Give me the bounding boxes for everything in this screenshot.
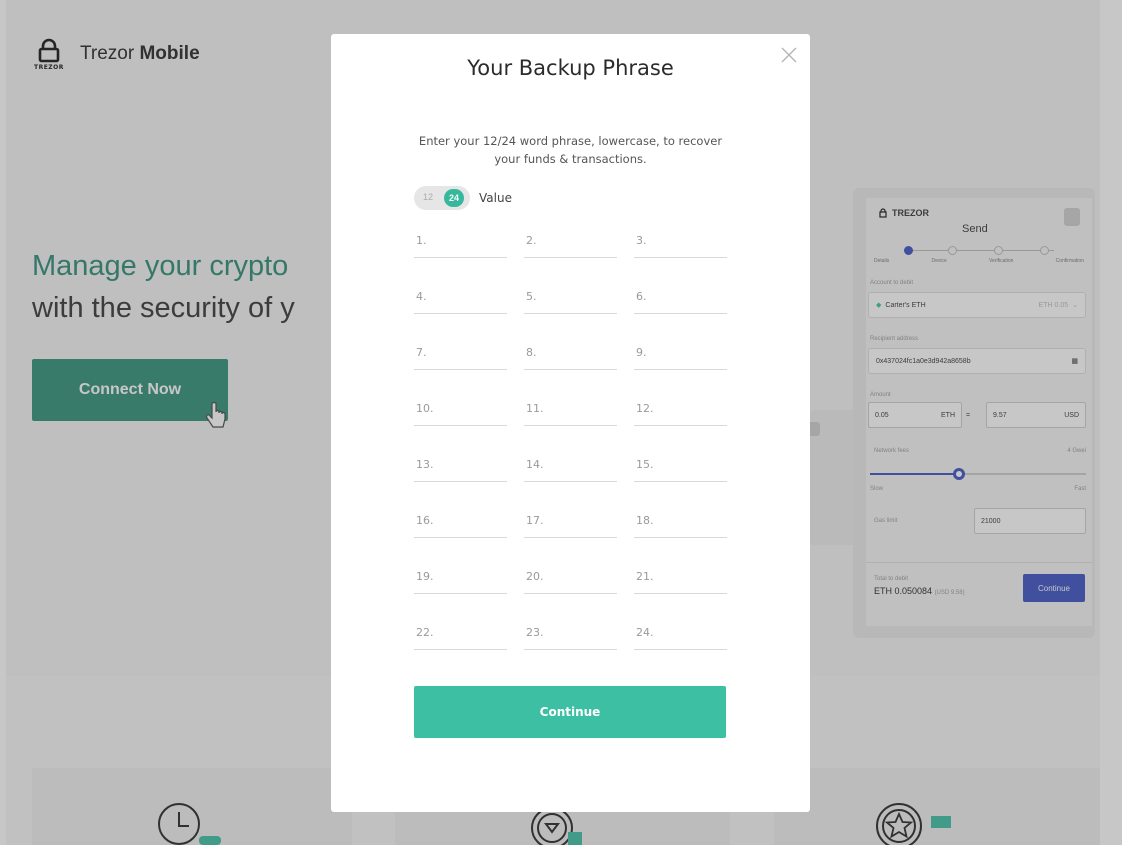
word-input-13[interactable] [414,448,507,482]
word-input-22[interactable] [414,616,507,650]
modal-title: Your Backup Phrase [467,56,674,80]
word-input-14[interactable] [524,448,617,482]
word-input-3[interactable] [634,224,727,258]
word-input-1[interactable] [414,224,507,258]
word-input-6[interactable] [634,280,727,314]
word-input-24[interactable] [634,616,727,650]
word-input-16[interactable] [414,504,507,538]
continue-button[interactable]: Continue [414,686,726,738]
word-input-7[interactable] [414,336,507,370]
word-count-toggle[interactable]: 12 24 [414,186,470,210]
word-input-8[interactable] [524,336,617,370]
option-24-selected: 24 [444,189,464,207]
word-input-9[interactable] [634,336,727,370]
word-input-4[interactable] [414,280,507,314]
option-12: 12 [423,192,434,202]
word-input-15[interactable] [634,448,727,482]
word-count-toggle-group: 12 24 Value [414,186,512,210]
word-input-10[interactable] [414,392,507,426]
word-input-21[interactable] [634,560,727,594]
modal-description: Enter your 12/24 word phrase, lowercase,… [418,134,723,166]
word-input-12[interactable] [634,392,727,426]
word-input-2[interactable] [524,224,617,258]
backup-phrase-modal: Your Backup Phrase Enter your 12/24 word… [331,34,810,812]
word-input-5[interactable] [524,280,617,314]
word-input-19[interactable] [414,560,507,594]
word-input-11[interactable] [524,392,617,426]
word-input-17[interactable] [524,504,617,538]
word-input-23[interactable] [524,616,617,650]
word-input-18[interactable] [634,504,727,538]
word-input-grid [414,224,727,652]
toggle-label: Value [479,191,512,205]
word-input-20[interactable] [524,560,617,594]
